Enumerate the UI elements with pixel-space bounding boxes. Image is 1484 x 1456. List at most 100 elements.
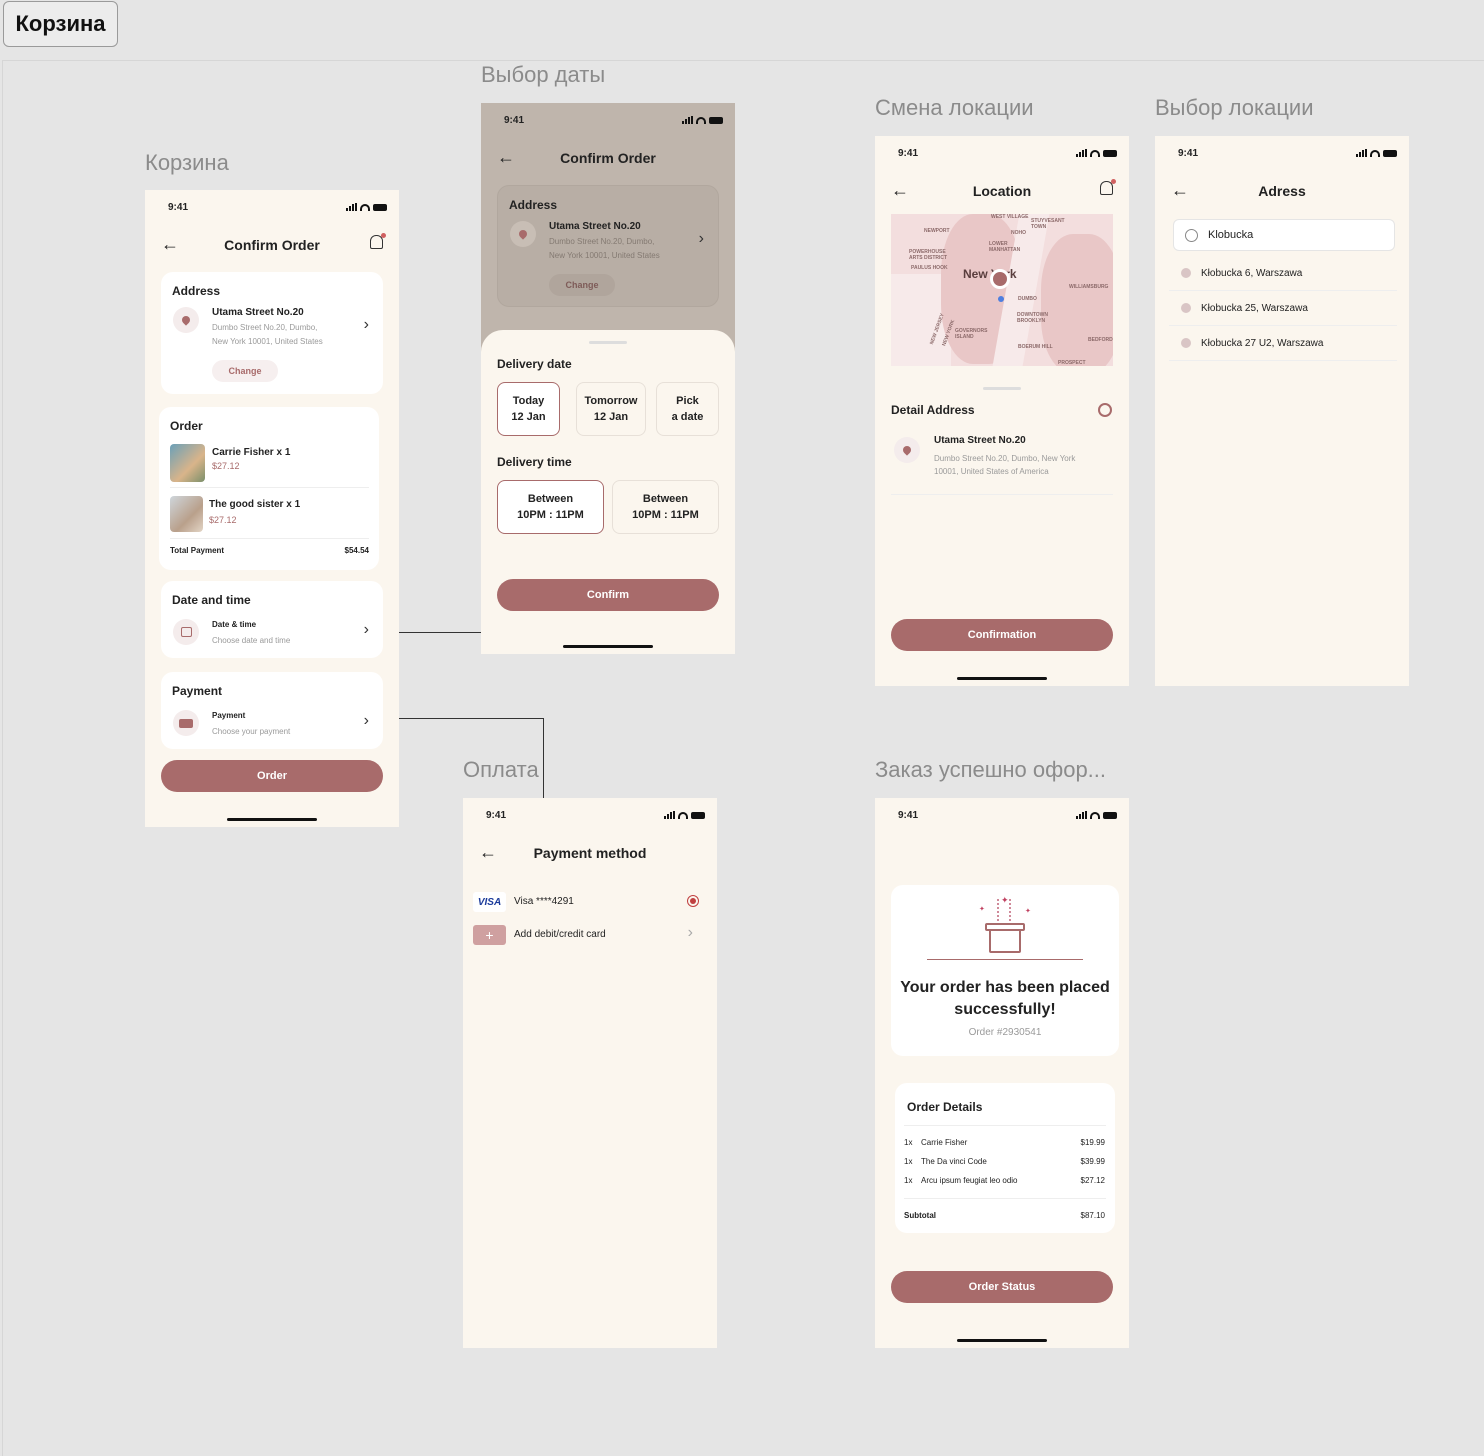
address-title: Address xyxy=(509,198,558,212)
map-pin-icon[interactable] xyxy=(990,269,1010,289)
signal-icon xyxy=(664,811,675,819)
line-qty: 1x xyxy=(904,1138,913,1147)
order-details-card: Order Details 1x Carrie Fisher $19.99 1x… xyxy=(895,1083,1115,1233)
address-street: Utama Street No.20 xyxy=(212,307,304,318)
date-option-tomorrow[interactable]: Tomorrow 12 Jan xyxy=(576,382,646,436)
map-label: DOWNTOWN BROOKLYN xyxy=(1017,312,1049,324)
address-card: Address Utama Street No.20 Dumbo Street … xyxy=(497,185,719,307)
address-result[interactable]: Kłobucka 27 U2, Warszawa xyxy=(1169,326,1397,361)
add-card-row[interactable]: + Add debit/credit card › xyxy=(473,923,707,947)
visa-card-label: Visa ****4291 xyxy=(514,896,574,907)
wifi-icon xyxy=(1090,812,1100,819)
bottom-sheet: Delivery date Today 12 Jan Tomorrow 12 Jan… xyxy=(481,330,735,654)
datetime-card[interactable]: Date and time Date & time Choose date an… xyxy=(161,581,383,658)
date-option-line: 12 Jan xyxy=(593,411,629,423)
battery-icon xyxy=(1383,150,1397,157)
chevron-right-icon[interactable]: › xyxy=(364,316,369,334)
date-option-today[interactable]: Today 12 Jan xyxy=(497,382,560,436)
map-label: NEWPORT xyxy=(924,228,950,234)
bell-icon[interactable] xyxy=(1100,179,1116,195)
status-bar: 9:41 xyxy=(463,798,717,834)
frame-label-choose-location: Выбор локации xyxy=(1155,95,1314,120)
total-label: Total Payment xyxy=(170,546,225,555)
nav-bar: ← Confirm Order xyxy=(145,230,399,260)
line-price: $27.12 xyxy=(1080,1176,1105,1185)
order-number: Order #2930541 xyxy=(968,1027,1042,1038)
address-line1: Dumbo Street No.20, Dumbo, New York xyxy=(934,454,1076,463)
time-option-line: 10PM : 11PM xyxy=(632,509,699,521)
address-result[interactable]: Kłobucka 25, Warszawa xyxy=(1169,291,1397,326)
connector-line xyxy=(384,718,544,719)
radio-selected-icon[interactable] xyxy=(687,895,699,907)
confirm-button[interactable]: Confirm xyxy=(497,579,719,611)
frame-label-success: Заказ успешно офор... xyxy=(875,757,1107,782)
location-pin-icon xyxy=(173,307,199,333)
time-option[interactable]: Between 10PM : 11PM xyxy=(612,480,719,534)
order-item-price: $27.12 xyxy=(209,515,237,525)
frame-label-date: Выбор даты xyxy=(481,62,606,87)
back-arrow-icon[interactable]: ← xyxy=(497,147,515,168)
back-arrow-icon[interactable]: ← xyxy=(1171,180,1189,201)
visa-card-row[interactable]: VISA Visa ****4291 xyxy=(473,890,707,914)
order-card: Order Carrie Fisher x 1 $27.12 The good … xyxy=(159,407,379,570)
page-title: Confirm Order xyxy=(560,150,656,166)
back-arrow-icon[interactable]: ← xyxy=(161,234,179,255)
page-title: Payment method xyxy=(533,845,647,861)
map-label: DUMBO xyxy=(1018,296,1037,302)
wifi-icon xyxy=(678,812,688,819)
map-label: GOVERNORS ISLAND xyxy=(955,328,988,340)
chevron-right-icon[interactable]: › xyxy=(699,230,704,248)
bell-icon[interactable] xyxy=(370,233,386,249)
book-cover-image xyxy=(170,444,205,482)
search-input[interactable]: Klobucka xyxy=(1173,219,1395,251)
page-tab[interactable]: Корзина xyxy=(3,1,118,47)
status-bar: 9:41 xyxy=(145,190,399,226)
line-qty: 1x xyxy=(904,1157,913,1166)
map-label: STUYVESANT TOWN xyxy=(1031,218,1065,230)
chevron-right-icon[interactable]: › xyxy=(364,712,369,730)
frame-label-change-location: Смена локации xyxy=(875,95,1034,120)
map-label: WILLIAMSBURG xyxy=(1069,284,1109,290)
subtotal-label: Subtotal xyxy=(904,1211,936,1220)
frame-date: 9:41 ← Confirm Order Address Utama Stree… xyxy=(481,103,735,654)
change-address-button[interactable]: Change xyxy=(212,360,278,382)
gift-box-icon: ✦ ✦ ✦ xyxy=(975,895,1035,961)
order-button[interactable]: Order xyxy=(161,760,383,792)
date-option-line: Today xyxy=(512,395,545,407)
status-bar: 9:41 xyxy=(1155,136,1409,172)
plus-icon: + xyxy=(473,925,506,945)
address-street: Utama Street No.20 xyxy=(934,435,1026,446)
frame-label-payment: Оплата xyxy=(463,757,539,782)
home-indicator xyxy=(563,645,653,648)
line-name: Carrie Fisher xyxy=(921,1138,968,1147)
address-result-label: Kłobucka 27 U2, Warszawa xyxy=(1201,337,1324,349)
chevron-right-icon[interactable]: › xyxy=(688,924,693,942)
date-option-pick[interactable]: Pick a date xyxy=(656,382,719,436)
current-location-icon xyxy=(998,296,1004,302)
confirmation-button[interactable]: Confirmation xyxy=(891,619,1113,651)
datetime-label: Date & time xyxy=(212,620,257,629)
wifi-icon xyxy=(1090,150,1100,157)
status-time: 9:41 xyxy=(486,810,507,821)
sheet-handle[interactable] xyxy=(983,387,1021,390)
time-option[interactable]: Between 10PM : 11PM xyxy=(497,480,604,534)
datetime-hint: Choose date and time xyxy=(212,636,291,645)
change-address-button[interactable]: Change xyxy=(549,274,615,296)
address-result[interactable]: Kłobucka 6, Warszawa xyxy=(1169,256,1397,291)
signal-icon xyxy=(1076,811,1087,819)
search-icon xyxy=(1185,229,1198,242)
locate-icon[interactable] xyxy=(1098,403,1112,417)
back-arrow-icon[interactable]: ← xyxy=(479,842,497,863)
battery-icon xyxy=(1103,812,1117,819)
time-option-line: Between xyxy=(527,493,574,505)
payment-card[interactable]: Payment Payment Choose your payment › xyxy=(161,672,383,749)
map-label: LOWER MANHATTAN xyxy=(989,241,1021,253)
success-card: ✦ ✦ ✦ Your order has been placed success… xyxy=(891,885,1119,1056)
map-view[interactable]: WEST VILLAGE NEWPORT POWERHOUSE ARTS DIS… xyxy=(891,214,1113,366)
signal-icon xyxy=(1356,149,1367,157)
back-arrow-icon[interactable]: ← xyxy=(891,180,909,201)
time-option-line: Between xyxy=(642,493,689,505)
chevron-right-icon[interactable]: › xyxy=(364,621,369,639)
order-status-button[interactable]: Order Status xyxy=(891,1271,1113,1303)
sheet-handle[interactable] xyxy=(589,341,627,344)
